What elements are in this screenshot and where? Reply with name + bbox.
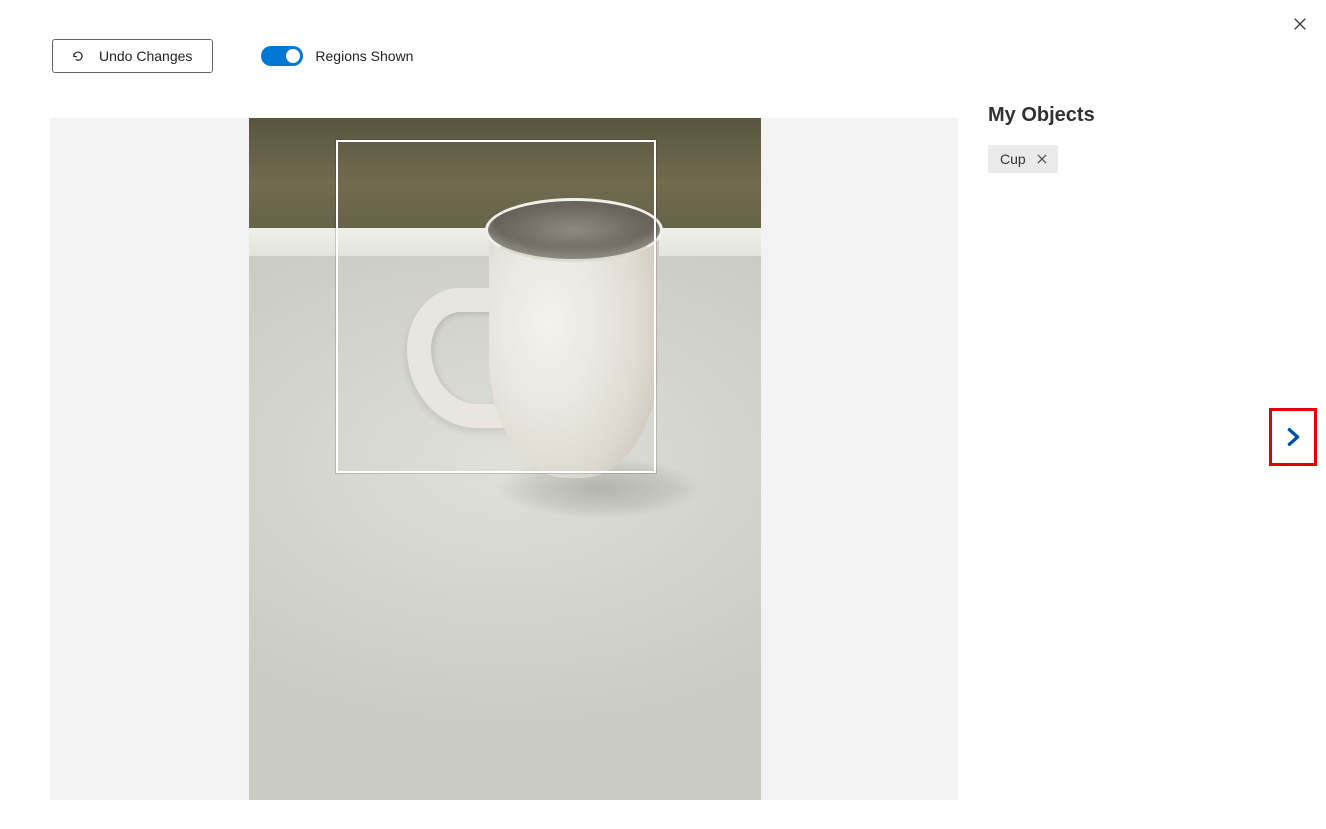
- undo-button-label: Undo Changes: [99, 48, 192, 64]
- close-icon: [1035, 152, 1049, 166]
- next-image-button[interactable]: [1269, 408, 1317, 466]
- toggle-switch-icon: [261, 46, 303, 66]
- undo-changes-button[interactable]: Undo Changes: [52, 39, 213, 73]
- close-icon: [1291, 15, 1309, 33]
- chevron-right-icon: [1282, 422, 1304, 452]
- remove-tag-button[interactable]: [1034, 151, 1050, 167]
- object-tag-chip: Cup: [988, 145, 1058, 173]
- regions-toggle-label: Regions Shown: [315, 48, 413, 64]
- sidebar-title: My Objects: [988, 104, 1288, 127]
- objects-sidebar: My Objects Cup: [988, 104, 1288, 173]
- regions-shown-toggle[interactable]: Regions Shown: [261, 46, 413, 66]
- undo-icon: [71, 49, 85, 63]
- object-tag-list: Cup: [988, 145, 1288, 173]
- detection-region-box[interactable]: [336, 140, 656, 473]
- object-tag-label: Cup: [1000, 151, 1026, 167]
- image-stage: [50, 118, 958, 800]
- close-button[interactable]: [1288, 12, 1312, 36]
- toolbar: Undo Changes Regions Shown: [52, 38, 413, 74]
- image-canvas[interactable]: [249, 118, 761, 800]
